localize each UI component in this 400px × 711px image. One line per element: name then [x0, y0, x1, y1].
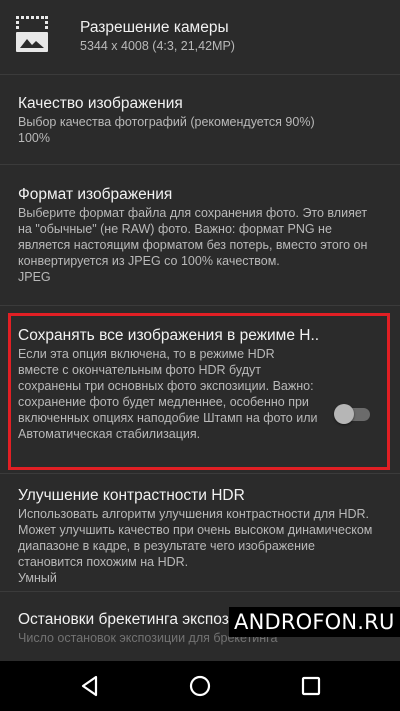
setting-hdr-save-all[interactable]: Сохранять все изображения в режиме Н.. Е… — [0, 306, 400, 474]
setting-value: 100% — [18, 131, 50, 145]
home-circle-icon[interactable] — [188, 674, 212, 698]
setting-title: Сохранять все изображения в режиме Н.. — [18, 327, 320, 344]
setting-summary: Использовать алгоритм улучшения контраст… — [18, 507, 373, 569]
setting-title: Качество изображения — [18, 95, 183, 112]
setting-value: JPEG — [18, 270, 51, 284]
switch-thumb — [334, 404, 354, 424]
setting-title: Разрешение камеры — [80, 19, 229, 36]
setting-image-quality[interactable]: Качество изображения Выбор качества фото… — [0, 75, 400, 165]
setting-camera-resolution[interactable]: Разрешение камеры 5344 x 4008 (4:3, 21,4… — [0, 0, 400, 75]
setting-hdr-contrast[interactable]: Улучшение контрастности HDR Использовать… — [0, 474, 400, 592]
setting-title: Формат изображения — [18, 186, 173, 203]
settings-list: Разрешение камеры 5344 x 4008 (4:3, 21,4… — [0, 0, 400, 661]
setting-summary: 5344 x 4008 (4:3, 21,42MP) — [80, 39, 235, 53]
setting-value: Умный — [18, 571, 57, 585]
hdr-save-all-switch[interactable] — [334, 403, 370, 425]
watermark-text: ANDROFON.RU — [234, 610, 395, 634]
image-resolution-icon — [16, 16, 48, 52]
navigation-bar — [0, 661, 400, 711]
site-watermark: ANDROFON.RU — [229, 607, 400, 637]
back-triangle-icon[interactable] — [78, 674, 102, 698]
setting-title: Улучшение контрастности HDR — [18, 487, 245, 504]
setting-summary: Выбор качества фотографий (рекомендуется… — [18, 115, 315, 129]
recents-square-icon[interactable] — [299, 674, 323, 698]
setting-summary: Если эта опция включена, то в режиме HDR… — [18, 347, 318, 441]
setting-summary: Выберите формат файла для сохранения фот… — [18, 206, 368, 268]
setting-image-format[interactable]: Формат изображения Выберите формат файла… — [0, 165, 400, 306]
